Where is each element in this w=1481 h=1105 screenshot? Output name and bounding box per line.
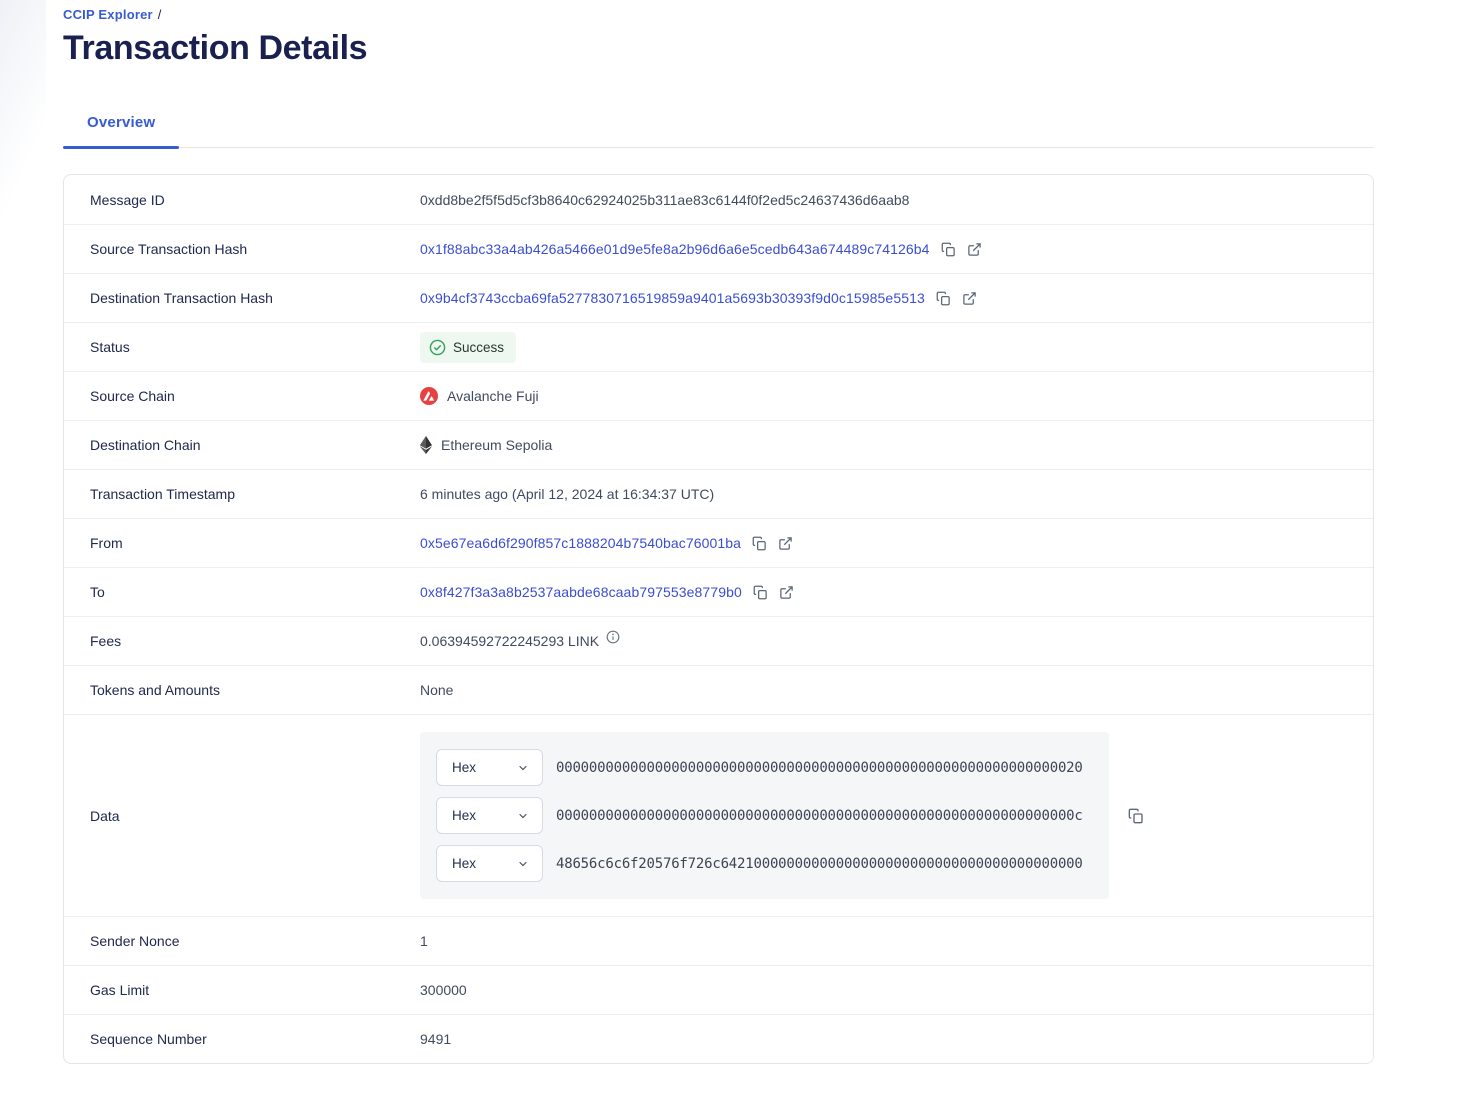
hex-format-select-value: Hex <box>452 760 477 775</box>
table-row-sender-nonce: Sender Nonce 1 <box>64 916 1373 965</box>
row-label: Message ID <box>90 191 165 208</box>
message-id-value: 0xdd8be2f5f5d5cf3b8640c62924025b311ae83c… <box>420 191 910 208</box>
table-row-message-id: Message ID 0xdd8be2f5f5d5cf3b8640c629240… <box>64 175 1373 224</box>
row-label: Source Chain <box>90 388 175 404</box>
table-row-timestamp: Transaction Timestamp 6 minutes ago (Apr… <box>64 469 1373 518</box>
copy-icon[interactable] <box>936 291 951 306</box>
row-label: Sequence Number <box>90 1031 207 1047</box>
tokens-and-amounts-value: None <box>420 682 454 698</box>
data-hex-value: 48656c6c6f20576f726c64210000000000000000… <box>556 855 1083 872</box>
copy-icon[interactable] <box>941 242 956 257</box>
transaction-details-card: Message ID 0xdd8be2f5f5d5cf3b8640c629240… <box>63 174 1374 1064</box>
row-label: Transaction Timestamp <box>90 486 235 502</box>
chevron-down-icon <box>517 858 529 870</box>
row-label: Gas Limit <box>90 982 150 998</box>
source-tx-hash-link[interactable]: 0x1f88abc33a4ab426a5466e01d9e5fe8a2b96d6… <box>420 241 930 257</box>
status-badge: Success <box>420 331 517 363</box>
tab-overview-active-underline <box>63 146 180 149</box>
page-edge-glow <box>0 0 46 310</box>
tab-overview-label: Overview <box>87 114 156 131</box>
table-row-to: To 0x8f427f3a3a8b2537aabde68caab797553e8… <box>64 567 1373 616</box>
table-row-dest-tx-hash: Destination Transaction Hash 0x9b4cf3743… <box>64 273 1373 322</box>
copy-icon[interactable] <box>1128 808 1144 824</box>
row-label: Sender Nonce <box>90 933 180 949</box>
chevron-down-icon <box>517 762 529 774</box>
hex-format-select[interactable]: Hex <box>436 845 543 882</box>
row-label: From <box>90 535 123 551</box>
data-hex-value: 0000000000000000000000000000000000000000… <box>556 807 1083 824</box>
data-hex-line: Hex 48656c6c6f20576f726c6421000000000000… <box>436 845 1093 882</box>
row-label: Destination Chain <box>90 437 201 453</box>
fees-value: 0.06394592722245293 LINK <box>420 633 600 649</box>
row-label: Destination Transaction Hash <box>90 290 273 306</box>
status-badge-label: Success <box>453 339 505 355</box>
hex-format-select-value: Hex <box>452 808 477 823</box>
transaction-details-page: CCIP Explorer / Transaction Details Overv… <box>63 7 1374 1064</box>
destination-chain-name: Ethereum Sepolia <box>441 437 553 453</box>
chevron-down-icon <box>517 810 529 822</box>
row-label: Fees <box>90 633 122 649</box>
row-label: Status <box>90 339 130 355</box>
table-row-sequence-number: Sequence Number 9491 <box>64 1014 1373 1063</box>
table-row-source-chain: Source Chain Avalanche Fuji <box>64 371 1373 420</box>
data-hex-line: Hex 000000000000000000000000000000000000… <box>436 749 1093 786</box>
hex-format-select[interactable]: Hex <box>436 749 543 786</box>
sequence-number-value: 9491 <box>420 1031 452 1047</box>
external-link-icon[interactable] <box>778 536 793 551</box>
row-label: Tokens and Amounts <box>90 682 220 698</box>
info-icon[interactable] <box>606 630 620 644</box>
dest-tx-hash-link[interactable]: 0x9b4cf3743ccba69fa5277830716519859a9401… <box>420 290 925 306</box>
row-label: To <box>90 584 105 600</box>
check-circle-icon <box>429 339 446 356</box>
copy-icon[interactable] <box>753 585 768 600</box>
from-address-link[interactable]: 0x5e67ea6d6f290f857c1888204b7540bac76001… <box>420 535 741 551</box>
to-address-link[interactable]: 0x8f427f3a3a8b2537aabde68caab797553e8779… <box>420 584 742 600</box>
data-hex-line: Hex 000000000000000000000000000000000000… <box>436 797 1093 834</box>
table-row-data: Data Hex 0000000000000000000000000000000… <box>64 714 1373 916</box>
external-link-icon[interactable] <box>779 585 794 600</box>
external-link-icon[interactable] <box>967 242 982 257</box>
timestamp-value: 6 minutes ago (April 12, 2024 at 16:34:3… <box>420 486 715 502</box>
page-title: Transaction Details <box>63 29 368 67</box>
gas-limit-value: 300000 <box>420 982 467 998</box>
tab-overview[interactable]: Overview <box>63 114 180 149</box>
table-row-from: From 0x5e67ea6d6f290f857c1888204b7540bac… <box>64 518 1373 567</box>
tabs-bar: Overview <box>63 114 1374 149</box>
data-hex-value: 0000000000000000000000000000000000000000… <box>556 759 1083 776</box>
table-row-fees: Fees 0.06394592722245293 LINK <box>64 616 1373 665</box>
hex-format-select-value: Hex <box>452 856 477 871</box>
row-label: Data <box>90 807 120 824</box>
breadcrumb-ccip-explorer-link[interactable]: CCIP Explorer <box>63 7 153 22</box>
copy-icon[interactable] <box>752 536 767 551</box>
source-chain-name: Avalanche Fuji <box>447 388 539 404</box>
table-row-source-tx-hash: Source Transaction Hash 0x1f88abc33a4ab4… <box>64 224 1373 273</box>
sender-nonce-value: 1 <box>420 933 428 949</box>
ethereum-icon <box>420 436 432 454</box>
table-row-status: Status Success <box>64 322 1373 371</box>
external-link-icon[interactable] <box>962 291 977 306</box>
avalanche-icon <box>420 387 438 405</box>
table-row-gas-limit: Gas Limit 300000 <box>64 965 1373 1014</box>
breadcrumb-separator: / <box>157 7 162 22</box>
row-label: Source Transaction Hash <box>90 241 248 257</box>
breadcrumb: CCIP Explorer / <box>63 7 1374 22</box>
data-hex-panel: Hex 000000000000000000000000000000000000… <box>420 732 1109 899</box>
table-row-destination-chain: Destination Chain Ethereum Sepolia <box>64 420 1373 469</box>
table-row-tokens-and-amounts: Tokens and Amounts None <box>64 665 1373 714</box>
hex-format-select[interactable]: Hex <box>436 797 543 834</box>
